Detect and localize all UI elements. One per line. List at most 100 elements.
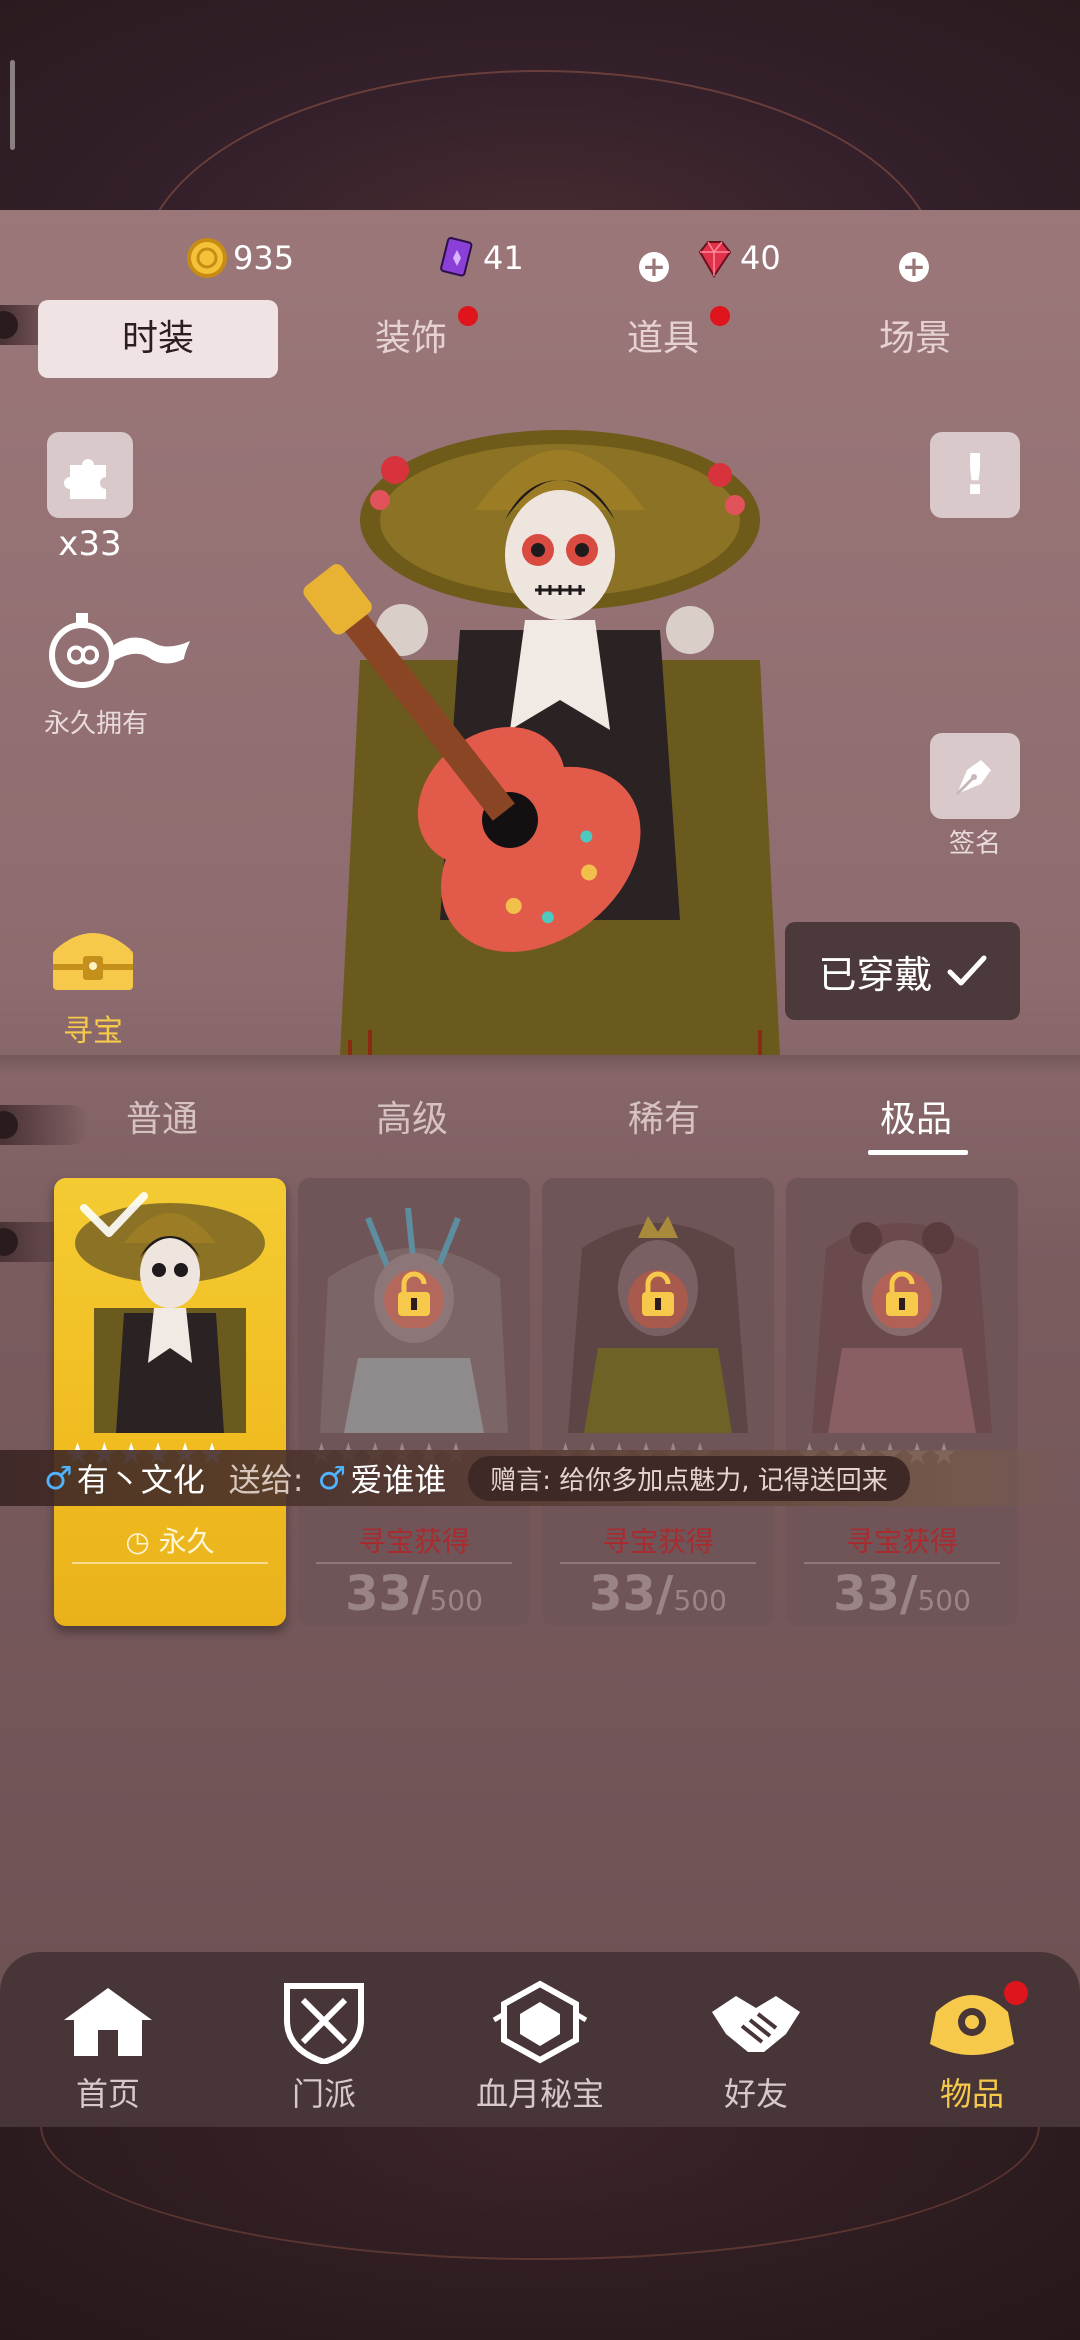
card-duration: ◷ 永久: [54, 1520, 286, 1560]
gift-broadcast-banner: ♂ 有丶文化 送给: ♂ 爱谁谁 赠言: 给你多加点魅力, 记得送回来: [0, 1450, 1070, 1506]
hexagon-crest-icon: [492, 1980, 588, 2064]
male-symbol-icon: ♂: [44, 1459, 73, 1497]
nav-blood-moon-label: 血月秘宝: [475, 2075, 604, 2113]
card-amount: 41: [483, 239, 524, 277]
character-portrait: [303, 430, 780, 1055]
card-progress: 33/500: [298, 1566, 530, 1622]
gold-balance: 935: [185, 236, 294, 280]
bottom-navigation: 首页 门派 血月秘宝 好友 物品: [0, 1952, 1080, 2127]
home-icon: [64, 1988, 152, 2056]
equipped-label: 已穿戴: [818, 952, 933, 997]
card-divider: [72, 1562, 268, 1564]
fragment-count: 33/: [589, 1566, 674, 1622]
lock-icon: [872, 1270, 932, 1328]
sign-label: 签名: [948, 829, 1001, 859]
fragment-count: 33/: [345, 1566, 430, 1622]
card-divider: [804, 1562, 1000, 1564]
info-icon: !: [962, 442, 988, 508]
side-notice-pill[interactable]: [0, 1105, 90, 1145]
tab-costume[interactable]: 时装: [38, 300, 278, 378]
info-button[interactable]: !: [930, 432, 1020, 518]
card-divider: [316, 1562, 512, 1564]
nav-friends-label: 好友: [723, 2075, 788, 2113]
tab-items[interactable]: 道具: [543, 300, 783, 378]
section-divider: [0, 1055, 1080, 1075]
items-notification-dot: [1004, 1981, 1028, 2005]
costume-card-owned[interactable]: ★★★★★★ ◷ 永久: [54, 1178, 286, 1626]
handshake-icon: [712, 1996, 800, 2052]
add-cards-button[interactable]: +: [639, 252, 669, 282]
nav-home[interactable]: 首页: [28, 1977, 188, 2115]
costume-card-locked[interactable]: ★★★★★★ 寻宝获得 33/500: [786, 1178, 1018, 1626]
puzzle-piece-icon: [64, 459, 106, 499]
card-progress: 33/500: [542, 1566, 774, 1622]
sign-button[interactable]: [930, 733, 1020, 819]
equipped-button[interactable]: 已穿戴: [785, 922, 1020, 1020]
treasure-chest-icon: [53, 933, 133, 990]
items-badge: [710, 306, 730, 326]
puzzle-tool[interactable]: x33: [47, 432, 133, 564]
info-tool[interactable]: !: [930, 432, 1020, 518]
tab-common[interactable]: 普通: [72, 1090, 252, 1142]
lock-icon: [384, 1270, 444, 1328]
costume-card-locked[interactable]: ★★★★★★ 寻宝获得 33/500: [542, 1178, 774, 1626]
tab-rare[interactable]: 稀有: [574, 1090, 754, 1142]
costume-thumbnail: [75, 1192, 265, 1433]
treasure-tool[interactable]: 寻宝: [45, 920, 141, 1050]
fountain-pen-icon: [955, 760, 991, 796]
add-gems-button[interactable]: +: [899, 252, 929, 282]
card-duration-text: 永久: [158, 1525, 215, 1558]
gem-balance: 40: [692, 236, 781, 280]
checkmark-icon: [947, 955, 986, 986]
nav-sect-label: 门派: [291, 2075, 356, 2113]
gem-amount: 40: [740, 239, 781, 277]
category-tabs: 时装 装饰 道具 场景: [38, 300, 1038, 378]
sign-tool[interactable]: 签名: [930, 733, 1020, 860]
active-tab-indicator: [868, 1150, 968, 1155]
fragment-max: 500: [917, 1584, 971, 1617]
tab-premium[interactable]: 极品: [826, 1090, 1006, 1142]
nav-items[interactable]: 物品: [892, 1977, 1052, 2115]
fragment-max: 500: [429, 1584, 483, 1617]
card-source: 寻宝获得: [601, 1525, 714, 1558]
nav-sect[interactable]: 门派: [244, 1977, 404, 2115]
card-divider: [560, 1562, 756, 1564]
drawer-handle[interactable]: [10, 60, 15, 150]
currency-bar: 935 41 + 40 +: [0, 228, 1080, 298]
nav-blood-moon[interactable]: 血月秘宝: [460, 1977, 620, 2115]
card-source: 寻宝获得: [357, 1525, 470, 1558]
decoration-badge: [458, 306, 478, 326]
puzzle-count: x33: [58, 524, 122, 564]
clock-icon: ◷: [125, 1525, 150, 1558]
permanent-label: 永久拥有: [44, 709, 149, 739]
card-progress: 33/500: [786, 1566, 1018, 1622]
card-balance: 41: [435, 236, 524, 280]
gift-send-label: 送给:: [228, 1461, 304, 1499]
treasure-label: 寻宝: [63, 1014, 123, 1049]
shield-icon: [284, 1983, 364, 2064]
gift-message: 赠言: 给你多加点魅力, 记得送回来: [468, 1455, 910, 1501]
nav-home-label: 首页: [75, 2075, 140, 2113]
costume-card-locked[interactable]: ★★★★★★ 寻宝获得 33/500: [298, 1178, 530, 1626]
stopwatch-flag-icon: [49, 613, 190, 688]
lock-icon: [628, 1270, 688, 1328]
tab-decoration[interactable]: 装饰: [291, 300, 531, 378]
nav-items-label: 物品: [939, 2075, 1004, 2113]
tab-advanced[interactable]: 高级: [322, 1090, 502, 1142]
gift-receiver: 爱谁谁: [350, 1461, 447, 1499]
purple-card-icon: [440, 237, 473, 277]
red-gem-icon: [698, 241, 732, 278]
male-symbol-icon: ♂: [317, 1459, 347, 1497]
nav-friends[interactable]: 好友: [676, 1977, 836, 2115]
rarity-tabs: 普通 高级 稀有 极品: [0, 1080, 1080, 1170]
tab-scene[interactable]: 场景: [795, 300, 1035, 378]
gold-coin-icon: [187, 238, 227, 278]
puzzle-button[interactable]: [47, 432, 133, 518]
gold-amount: 935: [233, 239, 295, 277]
permanent-tool: 永久拥有: [44, 605, 204, 740]
card-source: 寻宝获得: [845, 1525, 958, 1558]
gift-sender: 有丶文化: [76, 1461, 205, 1499]
fragment-max: 500: [673, 1584, 727, 1617]
inventory-panel: 935 41 + 40 + 时装 装饰 道具 场景 x33 永久拥有 寻宝 ! …: [0, 210, 1080, 2125]
fragment-count: 33/: [833, 1566, 918, 1622]
